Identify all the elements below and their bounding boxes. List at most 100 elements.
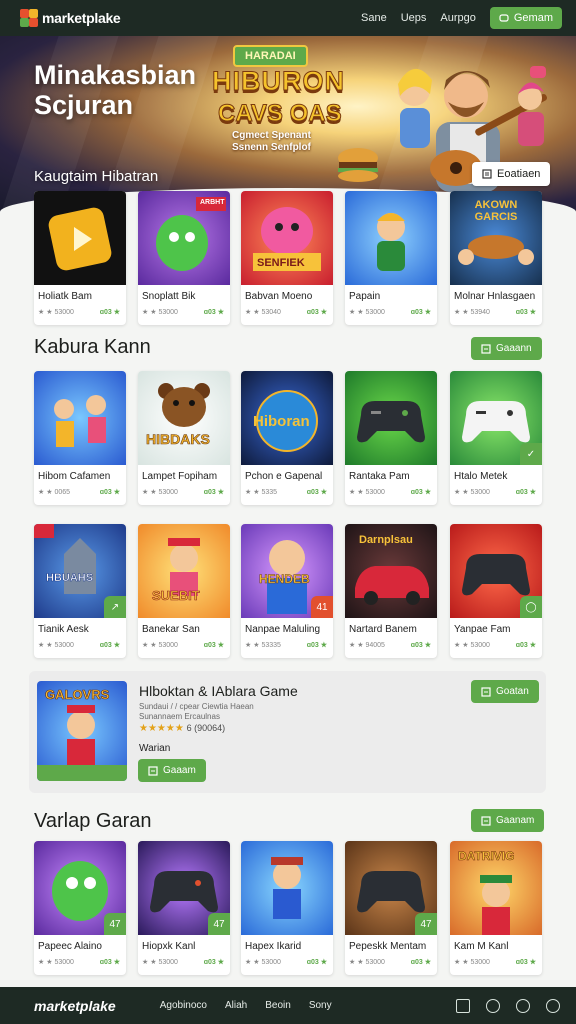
game-card[interactable]: Hapex Ikarid ★ ★ 53000 ɑ03 ★ xyxy=(241,841,333,975)
game-card[interactable]: HIBDAKS Lampet Fopiham ★ ★ 53000 ɑ03 ★ xyxy=(138,371,230,505)
game-title: Snoplatt Bik xyxy=(142,291,196,302)
game-meta: ★ ★ 53000 xyxy=(454,489,490,496)
corner-badge: 47 xyxy=(104,913,126,935)
footer-link-4[interactable]: Sony xyxy=(309,1000,332,1011)
game-card[interactable]: ◯ Yanpae Fam ★ ★ 53000 ɑ03 ★ xyxy=(450,524,542,658)
nav-link-3[interactable]: Aurpgo xyxy=(440,12,475,24)
game-meta: ★ ★ 0065 xyxy=(38,489,71,496)
game-title: Babvan Moeno xyxy=(245,291,313,302)
logo[interactable]: marketplake xyxy=(20,9,121,27)
featured-play-button[interactable]: Gaaam xyxy=(138,759,206,782)
game-thumbnail: ◯ xyxy=(450,524,542,618)
game-thumbnail: HENDEB 41 xyxy=(241,524,333,618)
game-meta: ★ ★ 53040 xyxy=(245,309,281,316)
game-title: Yanpae Fam xyxy=(454,624,511,635)
featured-side-button[interactable]: Goatan xyxy=(471,680,539,703)
hero-game-logo-line-1: HIBURON xyxy=(212,66,345,97)
game-card[interactable]: Papain ★ ★ 53000 ɑ03 ★ xyxy=(345,191,437,325)
featured-button-label: Gaaam xyxy=(163,765,196,776)
minus-circle-icon[interactable] xyxy=(546,998,560,1013)
game-card[interactable]: 47 Pepeskk Mentam ★ ★ 53000 ɑ03 ★ xyxy=(345,841,437,975)
game-thumbnail xyxy=(34,371,126,465)
footer-link-3[interactable]: Beoin xyxy=(265,1000,291,1011)
section-button-label: Gaanam xyxy=(496,815,535,826)
game-meta: ★ ★ 53000 xyxy=(38,309,74,316)
list-icon xyxy=(481,686,491,697)
corner-badge: 41 xyxy=(311,596,333,618)
list-icon xyxy=(148,765,158,776)
game-meta: ★ ★ 53000 xyxy=(349,309,385,316)
game-thumbnail: AKOWN GARCIS xyxy=(450,191,542,285)
footer-link-2[interactable]: Aliah xyxy=(225,1000,247,1011)
game-meta: ★ ★ 53000 xyxy=(349,489,385,496)
header-cta-button[interactable]: Gemam xyxy=(489,7,562,29)
hero-game-logo-tagline: Cgmect Spenant Ssnenn Senfplof xyxy=(232,130,311,154)
featured-game-panel: GALOVRS Hlboktan & IAblara Game Sundaui … xyxy=(29,671,546,793)
game-title: Hiopxk Kanl xyxy=(142,941,196,952)
list-icon xyxy=(481,343,491,354)
game-card[interactable]: Hibom Cafamen ★ ★ 0065 ɑ03 ★ xyxy=(34,371,126,505)
thumb-label: AKOWN GARCIS xyxy=(474,199,518,223)
game-title: Rantaka Pam xyxy=(349,471,410,482)
game-card[interactable]: 47 Hiopxk Kanl ★ ★ 53000 ɑ03 ★ xyxy=(138,841,230,975)
game-rating: ɑ03 ★ xyxy=(515,959,536,966)
top-nav: Sane Ueps Aurpgo Gemam xyxy=(361,7,562,29)
game-card[interactable]: ✓ Htalo Metek ★ ★ 53000 ɑ03 ★ xyxy=(450,371,542,505)
game-card[interactable]: Holiatk Bam ★ ★ 53000 ɑ03 ★ xyxy=(34,191,126,325)
hero-title-line-1: Minakasbian xyxy=(34,60,197,90)
list-icon xyxy=(481,815,491,826)
hero-cta-button[interactable]: Eoatiaen xyxy=(472,162,551,186)
featured-subtitle-line-2: Sunannaem Ercaulnas xyxy=(139,712,220,721)
game-card[interactable]: Rantaka Pam ★ ★ 53000 ɑ03 ★ xyxy=(345,371,437,505)
game-card[interactable]: SENFIEK Babvan Moeno ★ ★ 53040 ɑ03 ★ xyxy=(241,191,333,325)
game-rating: ɑ03 ★ xyxy=(99,489,120,496)
featured-subtitle: Sundaui / / cpear Ciewtia Haean Sunannae… xyxy=(139,702,254,722)
game-meta: ★ ★ 53000 xyxy=(454,642,490,649)
thumb-label: GALOVRS xyxy=(45,687,110,703)
location-icon[interactable] xyxy=(516,998,530,1013)
footer: marketplake Agobinoco Aliah Beoin Sony xyxy=(0,987,576,1024)
game-thumbnail: SENFIEK xyxy=(241,191,333,285)
game-title: Pepeskk Mentam xyxy=(349,941,427,952)
section-view-button[interactable]: Gaanam xyxy=(471,809,545,832)
footer-logo[interactable]: marketplake xyxy=(34,998,116,1014)
nav-link-2[interactable]: Ueps xyxy=(401,12,427,24)
game-card[interactable]: AKOWN GARCIS Molnar Hnlasgaen ★ ★ 53940 … xyxy=(450,191,542,325)
game-rating: ɑ03 ★ xyxy=(203,489,224,496)
game-card[interactable]: Hiboran Pchon e Gapenal ★ ★ 5335 ɑ03 ★ xyxy=(241,371,333,505)
section-title: Varlap Garan xyxy=(34,810,152,832)
section-title: Kabura Kann xyxy=(34,336,151,358)
game-card[interactable]: HENDEB 41 Nanpae Maluling ★ ★ 53335 ɑ03 … xyxy=(241,524,333,658)
section-view-button[interactable]: Gaaann xyxy=(471,337,542,360)
hero-game-logo-line-2: CAVS OAS xyxy=(218,100,343,128)
game-card[interactable]: 47 Papeec Alaino ★ ★ 53000 ɑ03 ★ xyxy=(34,841,126,975)
corner-badge: 47 xyxy=(415,913,437,935)
game-thumbnail xyxy=(34,191,126,285)
thumb-label: SUEBIT xyxy=(152,588,200,604)
game-card[interactable]: HBUAHS ↗ Tianik Aesk ★ ★ 53000 ɑ03 ★ xyxy=(34,524,126,658)
mail-icon[interactable] xyxy=(456,998,470,1013)
game-thumbnail xyxy=(345,191,437,285)
nav-link-1[interactable]: Sane xyxy=(361,12,387,24)
game-card[interactable]: DATRIVIG Kam M Kanl ★ ★ 53000 ɑ03 ★ xyxy=(450,841,542,975)
game-card[interactable]: ARBHT Snoplatt Bik ★ ★ 53000 ɑ03 ★ xyxy=(138,191,230,325)
game-thumbnail: 47 xyxy=(138,841,230,935)
game-meta: ★ ★ 53000 xyxy=(38,642,74,649)
hero-burger-illustration xyxy=(338,148,378,182)
game-rating: ɑ03 ★ xyxy=(203,959,224,966)
hero-tagline-line-2: Ssnenn Senfplof xyxy=(232,142,311,153)
game-meta: ★ ★ 53000 xyxy=(245,959,281,966)
footer-link-1[interactable]: Agobinoco xyxy=(160,1000,207,1011)
thumb-label: ARBHT xyxy=(200,199,225,206)
game-thumbnail: ✓ xyxy=(450,371,542,465)
info-icon[interactable] xyxy=(486,998,500,1013)
game-card[interactable]: Darnplsau Nartard Banem ★ ★ 94005 ɑ03 ★ xyxy=(345,524,437,658)
featured-thumbnail[interactable]: GALOVRS xyxy=(37,681,127,781)
game-title: Holiatk Bam xyxy=(38,291,92,302)
hero-cta-label: Eoatiaen xyxy=(497,168,541,180)
game-card[interactable]: SUEBIT Banekar San ★ ★ 53000 ɑ03 ★ xyxy=(138,524,230,658)
featured-rating-count: 6 (90064) xyxy=(186,723,226,733)
footer-icons xyxy=(456,998,560,1013)
game-meta: ★ ★ 53000 xyxy=(142,959,178,966)
game-thumbnail: Darnplsau xyxy=(345,524,437,618)
